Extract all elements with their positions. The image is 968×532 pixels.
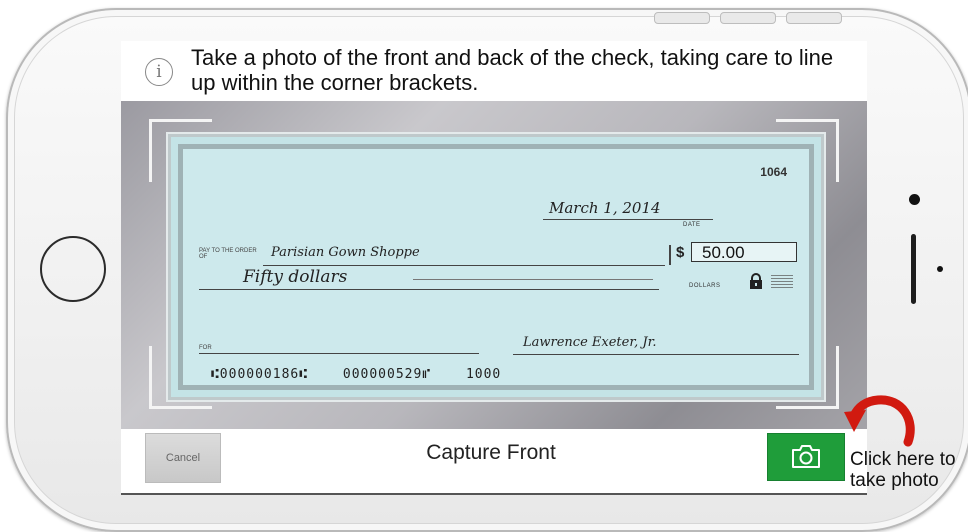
signature-line [513, 354, 799, 355]
memo-line [199, 353, 479, 354]
phone-screen: i Take a photo of the front and back of … [121, 41, 867, 495]
words-guide-line [413, 279, 653, 280]
amount-separator [669, 245, 671, 265]
proximity-sensor [937, 266, 943, 272]
instruction-banner: i Take a photo of the front and back of … [121, 41, 867, 101]
signature: Lawrence Exeter, Jr. [523, 335, 657, 350]
volume-button [720, 12, 776, 24]
amount-box: 50.00 [691, 242, 797, 262]
capture-toolbar: Cancel Capture Front [121, 429, 867, 495]
payee-name: Parisian Gown Shoppe [271, 245, 420, 260]
info-icon: i [145, 58, 173, 86]
instruction-text: Take a photo of the front and back of th… [191, 45, 834, 95]
pay-to-label: PAY TO THE ORDER OF [199, 248, 257, 260]
check-preview: 1064 March 1, 2014 DATE PAY TO THE ORDER… [168, 134, 824, 400]
payee-line [263, 265, 665, 266]
speaker-grille [911, 234, 916, 304]
security-features-note [771, 275, 793, 289]
dollar-sign: $ [676, 244, 685, 261]
callout-text: Click here to take photo [850, 449, 956, 491]
micr-line: ⑆000000186⑆ 000000529⑈ 1000 [211, 367, 527, 382]
check-date: March 1, 2014 [549, 199, 661, 217]
capture-photo-button[interactable] [767, 433, 845, 481]
dollars-label: DOLLARS [689, 283, 721, 289]
amount-in-words: Fifty dollars [243, 267, 348, 287]
curved-arrow-icon [844, 395, 915, 447]
memo-label: FOR [199, 345, 212, 351]
date-label: DATE [683, 222, 701, 228]
power-button [786, 12, 842, 24]
words-line [199, 289, 659, 290]
lock-icon [750, 273, 762, 289]
date-line [543, 219, 713, 220]
micr-check-number: 1000 [465, 367, 502, 382]
home-button[interactable] [40, 236, 106, 302]
cancel-button[interactable]: Cancel [145, 433, 221, 483]
front-camera [909, 194, 920, 205]
check-face: 1064 March 1, 2014 DATE PAY TO THE ORDER… [178, 144, 814, 390]
capture-title: Capture Front [426, 441, 556, 464]
check-number: 1064 [760, 165, 787, 179]
micr-routing: ⑆000000186⑆ [211, 367, 309, 382]
volume-button [654, 12, 710, 24]
micr-account: 000000529⑈ [342, 367, 432, 382]
camera-icon [792, 445, 820, 468]
camera-viewfinder: 1064 March 1, 2014 DATE PAY TO THE ORDER… [121, 101, 867, 429]
